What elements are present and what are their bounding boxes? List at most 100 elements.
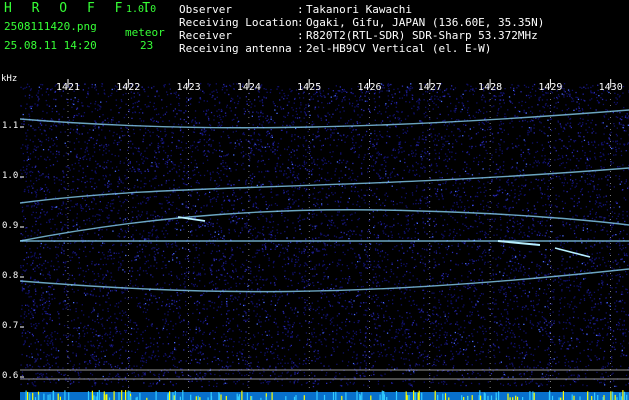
noise-dot xyxy=(246,367,248,370)
noise-dot xyxy=(562,328,564,330)
noise-dot xyxy=(520,91,522,93)
noise-dot xyxy=(452,238,455,241)
noise-dot xyxy=(515,269,517,271)
noise-dot xyxy=(404,161,406,164)
noise-dot xyxy=(230,110,232,112)
noise-dot xyxy=(183,112,185,114)
noise-dot xyxy=(406,328,408,331)
noise-dot xyxy=(418,108,420,110)
noise-dot xyxy=(283,252,285,254)
noise-dot xyxy=(367,122,370,125)
noise-dot xyxy=(266,208,268,210)
noise-dot xyxy=(392,200,394,203)
noise-dot xyxy=(262,250,264,253)
noise-dot xyxy=(309,150,311,153)
noise-dot xyxy=(609,246,611,248)
noise-dot xyxy=(433,267,435,269)
noise-dot xyxy=(94,215,96,217)
noise-dot xyxy=(402,132,404,134)
noise-dot xyxy=(531,106,533,108)
noise-dot xyxy=(359,294,361,296)
noise-dot xyxy=(120,228,122,230)
noise-dot xyxy=(334,243,336,245)
noise-dot xyxy=(416,304,418,306)
noise-dot xyxy=(548,179,550,182)
noise-dot xyxy=(519,353,521,355)
noise-dot xyxy=(252,372,254,374)
noise-dot xyxy=(425,202,427,204)
noise-dot xyxy=(237,358,240,360)
noise-dot xyxy=(374,273,377,275)
noise-dot xyxy=(213,115,215,117)
noise-dot xyxy=(585,242,588,244)
noise-dot xyxy=(69,360,72,362)
noise-dot xyxy=(35,180,38,182)
noise-dot xyxy=(264,331,267,333)
noise-dot xyxy=(480,221,482,223)
noise-dot xyxy=(542,367,544,370)
noise-dot xyxy=(442,182,444,185)
noise-dot xyxy=(611,224,613,226)
noise-dot xyxy=(175,222,178,225)
noise-dot xyxy=(562,343,564,345)
noise-dot xyxy=(391,262,393,264)
noise-dot xyxy=(550,178,552,180)
noise-dot xyxy=(388,347,390,349)
noise-dot xyxy=(506,221,508,224)
noise-dot xyxy=(247,231,250,234)
noise-dot xyxy=(162,261,164,263)
noise-dot xyxy=(264,379,266,382)
noise-dot xyxy=(257,207,259,210)
noise-dot xyxy=(198,362,200,364)
noise-dot xyxy=(130,280,132,282)
noise-dot xyxy=(290,90,292,93)
noise-dot xyxy=(380,343,382,345)
noise-dot xyxy=(135,229,137,231)
noise-dot xyxy=(355,142,357,144)
noise-dot xyxy=(350,346,352,348)
noise-dot xyxy=(616,218,618,220)
noise-dot xyxy=(616,140,618,142)
y-tick-label: 0.8 xyxy=(2,271,19,281)
noise-dot xyxy=(241,374,243,376)
noise-dot xyxy=(357,106,359,108)
noise-dot xyxy=(247,140,249,142)
noise-dot xyxy=(55,347,57,349)
noise-dot xyxy=(369,232,371,234)
noise-dot xyxy=(26,263,28,265)
noise-dot xyxy=(117,235,119,237)
noise-dot xyxy=(506,229,508,232)
noise-dot xyxy=(145,132,147,134)
noise-dot xyxy=(470,284,473,286)
noise-dot xyxy=(592,265,594,267)
noise-dot xyxy=(158,332,160,334)
noise-dot xyxy=(547,370,549,372)
noise-dot xyxy=(622,285,624,288)
noise-dot xyxy=(274,284,276,286)
noise-dot xyxy=(99,201,101,203)
noise-dot xyxy=(255,144,257,146)
noise-dot xyxy=(60,237,62,239)
noise-dot xyxy=(479,110,482,113)
noise-dot xyxy=(573,195,576,197)
noise-dot xyxy=(321,168,323,170)
noise-dot xyxy=(106,270,109,272)
noise-dot xyxy=(448,235,450,237)
noise-dot xyxy=(435,346,437,349)
noise-dot xyxy=(493,316,496,318)
noise-dot xyxy=(230,286,232,289)
noise-dot xyxy=(106,207,108,209)
noise-dot xyxy=(595,124,597,126)
noise-dot xyxy=(119,256,121,258)
noise-dot xyxy=(421,157,423,159)
noise-dot xyxy=(118,169,120,171)
noise-dot xyxy=(36,325,38,327)
noise-dot xyxy=(35,211,37,214)
noise-dot xyxy=(150,358,152,360)
noise-dot xyxy=(260,321,262,323)
noise-dot xyxy=(455,139,457,141)
noise-dot xyxy=(300,232,302,235)
noise-dot xyxy=(22,153,24,155)
noise-dot xyxy=(509,194,511,197)
noise-dot xyxy=(333,185,336,187)
